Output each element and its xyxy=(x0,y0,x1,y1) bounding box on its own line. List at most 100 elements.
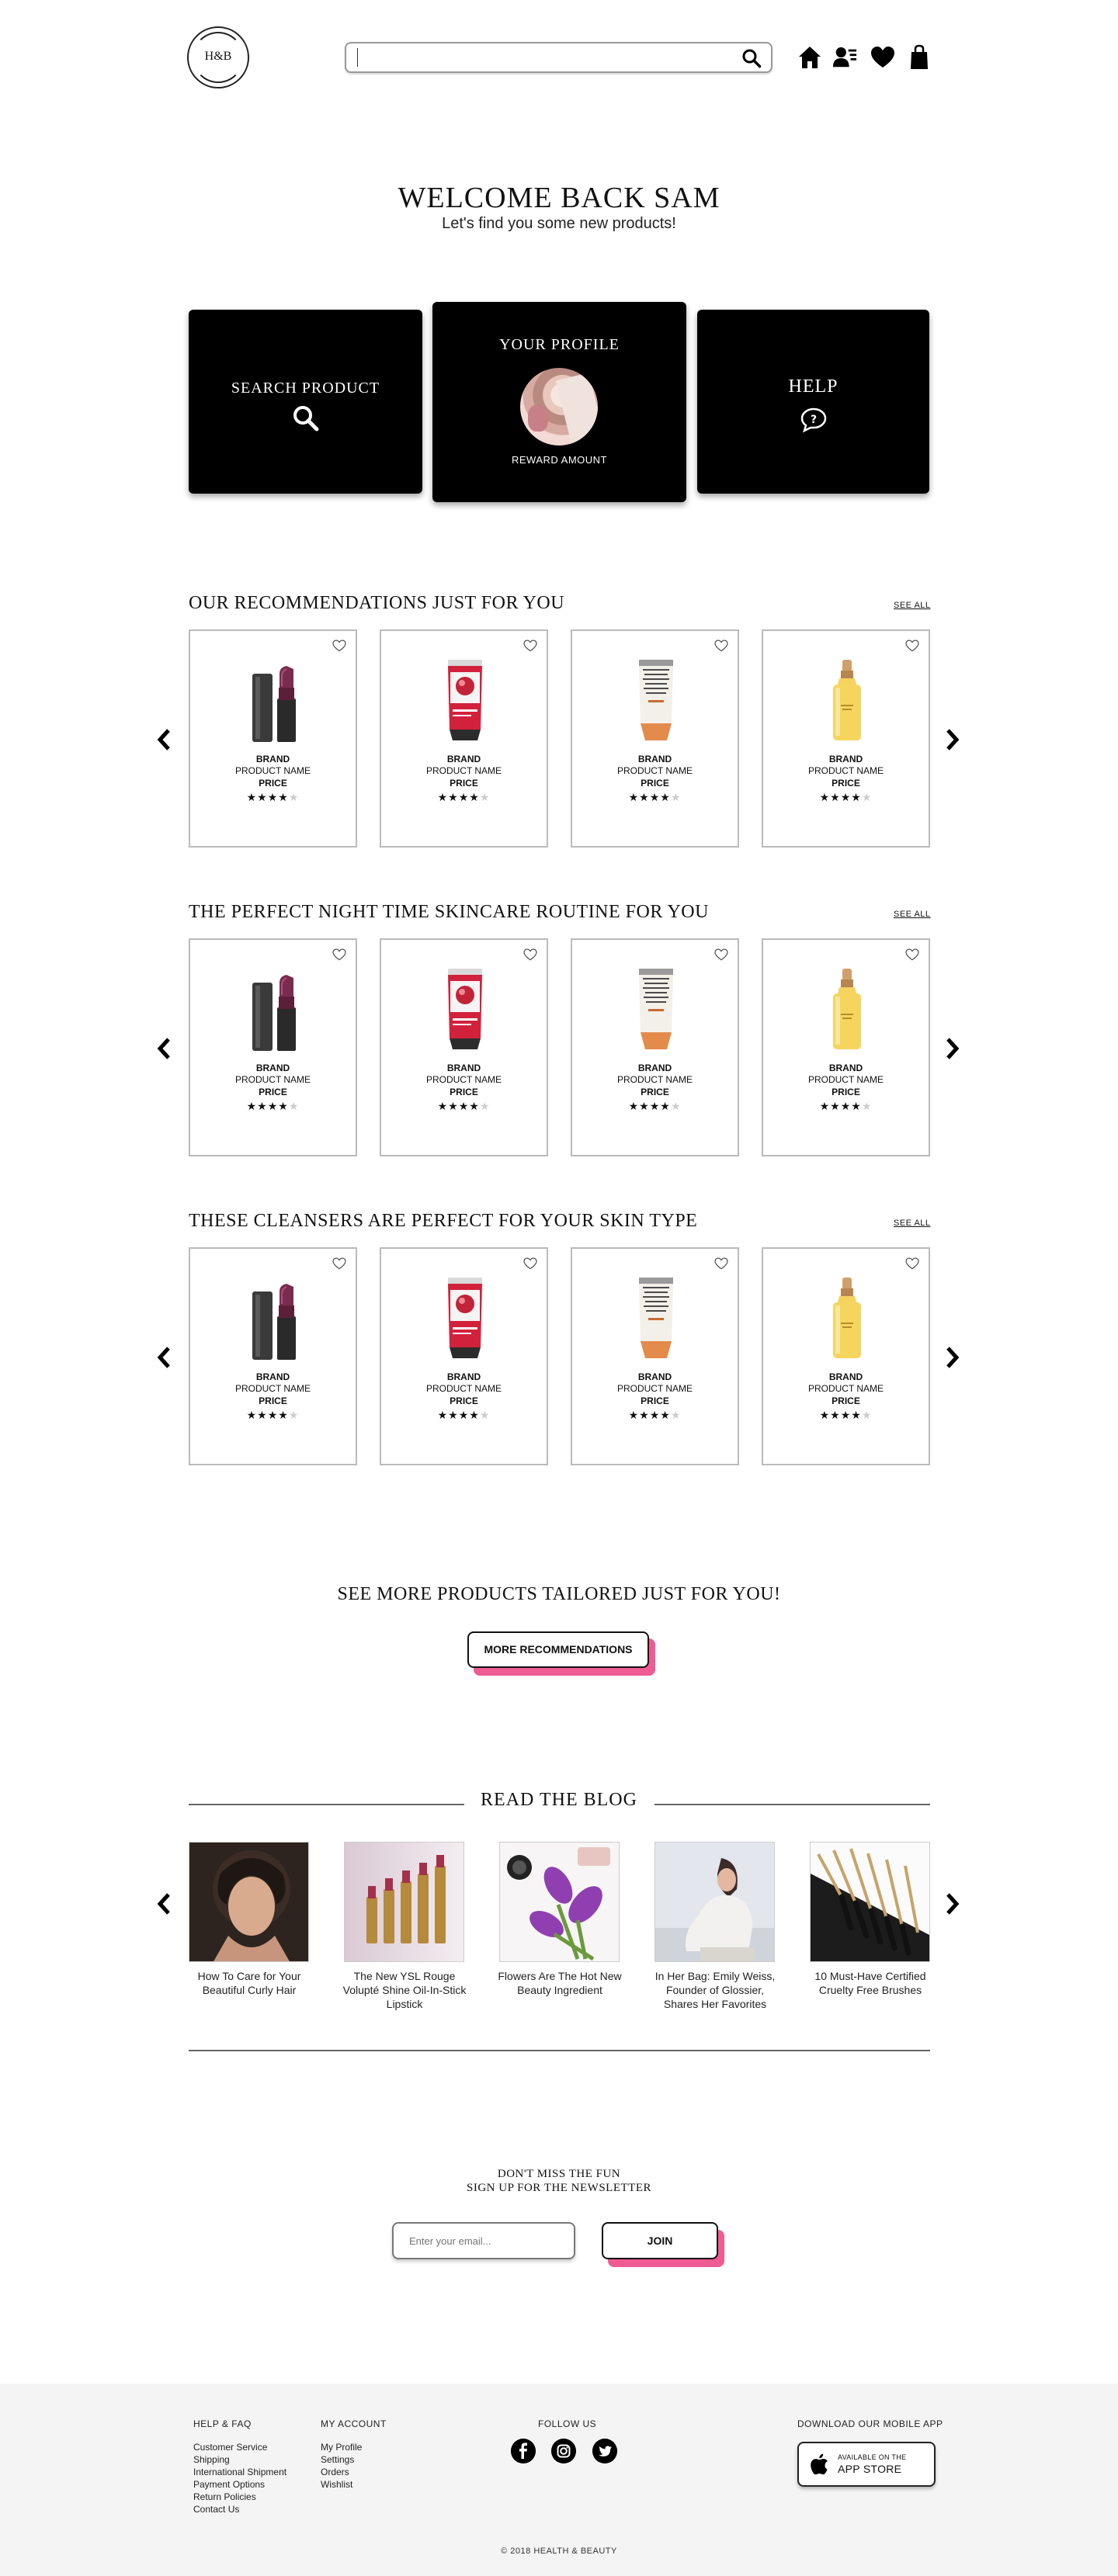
footer-link-customer-service[interactable]: Customer Service xyxy=(193,2441,286,2453)
cream-tube-product-image[interactable] xyxy=(617,967,695,1052)
blog-post-caption[interactable]: 10 Must-Have Certified Cruelty Free Brus… xyxy=(804,1969,936,1997)
carousel-next-arrow-icon[interactable] xyxy=(944,1346,961,1369)
product-card[interactable]: BRAND PRODUCT NAME PRICE ★★★★★ xyxy=(189,1247,357,1465)
wishlist-heart-icon[interactable] xyxy=(523,948,537,961)
see-all-link[interactable]: SEE ALL xyxy=(894,601,931,610)
footer-link-payment-options[interactable]: Payment Options xyxy=(193,2478,286,2491)
carousel-next-arrow-icon[interactable] xyxy=(944,1037,961,1060)
blog-post-caption[interactable]: How To Care for Your Beautiful Curly Hai… xyxy=(183,1969,315,1997)
home-icon[interactable] xyxy=(797,44,822,71)
carousel-prev-arrow-icon[interactable] xyxy=(155,1037,172,1060)
search-bar[interactable] xyxy=(345,42,773,73)
product-name[interactable]: PRODUCT NAME xyxy=(763,765,929,776)
facebook-icon[interactable] xyxy=(511,2439,536,2463)
product-card[interactable]: BRAND PRODUCT NAME PRICE ★★★★★ xyxy=(189,938,357,1156)
footer-link-settings[interactable]: Settings xyxy=(321,2453,362,2466)
twitter-icon[interactable] xyxy=(592,2439,617,2463)
product-card[interactable]: BRAND PRODUCT NAME PRICE ★★★★★ xyxy=(762,1247,930,1465)
footer-link-shipping[interactable]: Shipping xyxy=(193,2453,286,2466)
footer-link-international-shipment[interactable]: International Shipment xyxy=(193,2466,286,2478)
product-name[interactable]: PRODUCT NAME xyxy=(763,1383,929,1394)
wishlist-heart-icon[interactable] xyxy=(523,640,537,652)
product-name[interactable]: PRODUCT NAME xyxy=(190,1074,356,1085)
lipstick-product-image[interactable] xyxy=(235,967,313,1052)
wishlist-heart-icon[interactable] xyxy=(332,1257,346,1270)
account-icon[interactable] xyxy=(832,44,857,71)
wishlist-heart-icon[interactable] xyxy=(905,1257,919,1270)
product-card[interactable]: BRAND PRODUCT NAME PRICE ★★★★★ xyxy=(571,1247,739,1465)
serum-bottle-product-image[interactable] xyxy=(808,1276,886,1361)
footer-link-contact-us[interactable]: Contact Us xyxy=(193,2503,286,2515)
blog-post-image[interactable] xyxy=(189,1842,309,1962)
rating-stars: ★★★★★ xyxy=(572,1409,738,1422)
wishlist-heart-icon[interactable] xyxy=(332,948,346,961)
red-tube-product-image[interactable] xyxy=(426,1276,504,1361)
serum-bottle-product-image[interactable] xyxy=(808,658,886,744)
product-name[interactable]: PRODUCT NAME xyxy=(572,1074,738,1085)
carousel-prev-arrow-icon[interactable] xyxy=(155,1346,172,1369)
red-tube-product-image[interactable] xyxy=(426,967,504,1052)
product-name[interactable]: PRODUCT NAME xyxy=(572,765,738,776)
search-input[interactable] xyxy=(357,48,722,67)
help-card[interactable]: HELP ? xyxy=(697,310,929,494)
carousel-prev-arrow-icon[interactable] xyxy=(155,728,172,751)
blog-post-image[interactable] xyxy=(654,1842,775,1962)
your-profile-card[interactable]: YOUR PROFILE REWARD AMOUNT xyxy=(432,302,686,502)
product-card[interactable]: BRAND PRODUCT NAME PRICE ★★★★★ xyxy=(189,629,357,848)
more-recommendations-button[interactable]: MORE RECOMMENDATIONS xyxy=(467,1631,649,1668)
footer-link-my-profile[interactable]: My Profile xyxy=(321,2441,362,2453)
footer-link-return-policies[interactable]: Return Policies xyxy=(193,2491,286,2503)
red-tube-product-image[interactable] xyxy=(426,658,504,744)
blog-post-image[interactable] xyxy=(499,1842,620,1962)
wishlist-heart-icon[interactable] xyxy=(332,640,346,652)
product-name[interactable]: PRODUCT NAME xyxy=(190,1383,356,1394)
blog-post-caption[interactable]: In Her Bag: Emily Weiss, Founder of Glos… xyxy=(649,1969,781,2011)
product-card[interactable]: BRAND PRODUCT NAME PRICE ★★★★★ xyxy=(571,938,739,1156)
product-name[interactable]: PRODUCT NAME xyxy=(381,765,547,776)
blog-post-caption[interactable]: Flowers Are The Hot New Beauty Ingredien… xyxy=(494,1969,626,1997)
wishlist-heart-icon[interactable] xyxy=(905,640,919,652)
join-button[interactable]: JOIN xyxy=(602,2222,718,2259)
wishlist-heart-icon[interactable] xyxy=(905,948,919,961)
cream-tube-product-image[interactable] xyxy=(617,1276,695,1361)
blog-post-image[interactable] xyxy=(810,1842,930,1962)
wishlist-heart-icon[interactable] xyxy=(523,1257,537,1270)
product-name[interactable]: PRODUCT NAME xyxy=(572,1383,738,1394)
search-product-card[interactable]: SEARCH PRODUCT xyxy=(189,310,422,494)
serum-bottle-product-image[interactable] xyxy=(808,967,886,1052)
blog-prev-arrow-icon[interactable] xyxy=(155,1892,172,1916)
product-name[interactable]: PRODUCT NAME xyxy=(763,1074,929,1085)
product-name[interactable]: PRODUCT NAME xyxy=(381,1383,547,1394)
wishlist-heart-icon[interactable] xyxy=(714,1257,728,1270)
wishlist-heart-icon[interactable] xyxy=(714,948,728,961)
logo[interactable]: H&B xyxy=(187,26,249,88)
cream-tube-product-image[interactable] xyxy=(617,658,695,744)
product-card[interactable]: BRAND PRODUCT NAME PRICE ★★★★★ xyxy=(571,629,739,848)
product-price: PRICE xyxy=(450,778,478,789)
blog-post-image[interactable] xyxy=(344,1842,464,1962)
instagram-icon[interactable] xyxy=(551,2439,576,2463)
wishlist-heart-icon[interactable] xyxy=(870,44,895,71)
blog-post-caption[interactable]: The New YSL Rouge Volupté Shine Oil-In-S… xyxy=(339,1969,470,2011)
lipstick-product-image[interactable] xyxy=(235,658,313,744)
newsletter-email-field[interactable] xyxy=(392,2222,575,2259)
search-icon[interactable] xyxy=(741,48,762,68)
lipstick-product-image[interactable] xyxy=(235,1276,313,1361)
wishlist-heart-icon[interactable] xyxy=(714,640,728,652)
product-card[interactable]: BRAND PRODUCT NAME PRICE ★★★★★ xyxy=(380,629,548,848)
product-name[interactable]: PRODUCT NAME xyxy=(381,1074,547,1085)
product-card[interactable]: BRAND PRODUCT NAME PRICE ★★★★★ xyxy=(762,938,930,1156)
see-all-link[interactable]: SEE ALL xyxy=(894,1219,931,1228)
see-all-link[interactable]: SEE ALL xyxy=(894,910,931,919)
footer-link-wishlist[interactable]: Wishlist xyxy=(321,2478,362,2491)
product-card[interactable]: BRAND PRODUCT NAME PRICE ★★★★★ xyxy=(762,629,930,848)
footer-link-orders[interactable]: Orders xyxy=(321,2466,362,2478)
app-store-button[interactable]: AVAILABLE ON THE APP STORE xyxy=(797,2442,936,2487)
shopping-bag-icon[interactable] xyxy=(907,44,932,71)
product-card[interactable]: BRAND PRODUCT NAME PRICE ★★★★★ xyxy=(380,938,548,1156)
blog-next-arrow-icon[interactable] xyxy=(944,1892,961,1916)
product-card[interactable]: BRAND PRODUCT NAME PRICE ★★★★★ xyxy=(380,1247,548,1465)
email-input[interactable] xyxy=(394,2224,574,2258)
carousel-next-arrow-icon[interactable] xyxy=(944,728,961,751)
product-name[interactable]: PRODUCT NAME xyxy=(190,765,356,776)
